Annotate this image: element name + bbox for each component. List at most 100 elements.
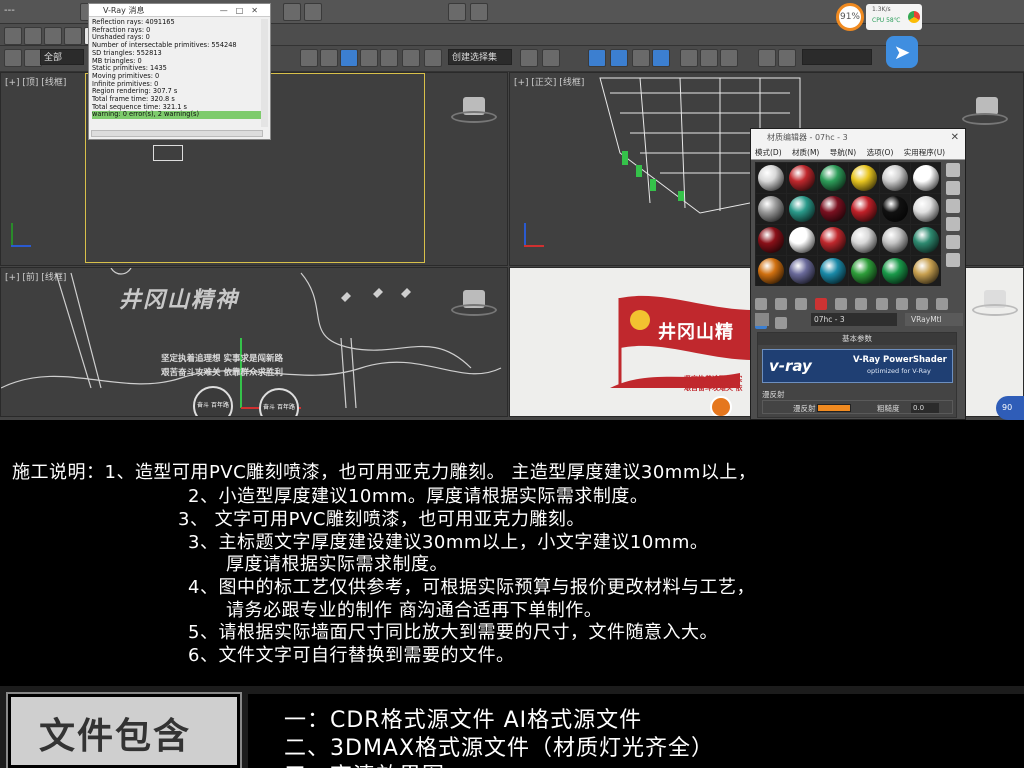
menu-navigation[interactable]: 导航(N) bbox=[830, 148, 856, 157]
material-slot[interactable] bbox=[911, 225, 941, 255]
angle-snap-icon[interactable] bbox=[380, 49, 398, 67]
window-titlebar[interactable]: 材质编辑器 - 07hc - 3 ✕ bbox=[751, 129, 965, 146]
unlink-icon[interactable] bbox=[304, 3, 322, 21]
scale-icon[interactable] bbox=[340, 49, 358, 67]
link-icon[interactable] bbox=[283, 3, 301, 21]
effects-icon[interactable] bbox=[895, 298, 908, 310]
render-frame-icon[interactable] bbox=[470, 3, 488, 21]
box-icon[interactable] bbox=[44, 27, 62, 45]
material-slot[interactable] bbox=[818, 194, 848, 224]
material-slot[interactable] bbox=[787, 194, 817, 224]
material-slot[interactable] bbox=[880, 163, 910, 193]
material-slot[interactable] bbox=[756, 225, 786, 255]
system-monitor-widget[interactable]: 91% 1.3K/s CPU 58℃ bbox=[836, 3, 922, 31]
diffuse-color-swatch[interactable] bbox=[817, 404, 851, 412]
material-slot[interactable] bbox=[911, 163, 941, 193]
material-editor-icon[interactable] bbox=[610, 49, 628, 67]
cpu-usage-ring[interactable]: 91% bbox=[836, 3, 864, 31]
horizontal-scrollbar[interactable] bbox=[91, 130, 263, 137]
close-icon[interactable]: ✕ bbox=[951, 129, 959, 146]
options-icon[interactable] bbox=[946, 253, 960, 267]
material-slot[interactable] bbox=[787, 256, 817, 286]
put-material-icon[interactable] bbox=[775, 298, 788, 310]
render-setup-icon[interactable] bbox=[448, 3, 466, 21]
material-slot[interactable] bbox=[849, 225, 879, 255]
window-title: V-Ray 消息 bbox=[103, 6, 145, 15]
backlight-icon[interactable] bbox=[946, 181, 960, 195]
material-slot[interactable] bbox=[849, 194, 879, 224]
material-slot[interactable] bbox=[911, 256, 941, 286]
eyedropper-icon[interactable] bbox=[755, 313, 769, 326]
material-slot[interactable] bbox=[880, 256, 910, 286]
schematic-icon[interactable] bbox=[588, 49, 606, 67]
sample-type-icon[interactable] bbox=[946, 163, 960, 177]
teapot3-icon[interactable] bbox=[720, 49, 738, 67]
bird-app-icon[interactable]: ➤ bbox=[886, 36, 918, 68]
window-titlebar[interactable]: V-Ray 消息 —□✕ bbox=[89, 4, 270, 17]
teapot2-icon[interactable] bbox=[700, 49, 718, 67]
library-icon[interactable] bbox=[875, 298, 888, 310]
active-shade-icon[interactable] bbox=[652, 49, 670, 67]
light-icon[interactable] bbox=[64, 27, 82, 45]
vray-log: Reflection rays: 4091165 Refraction rays… bbox=[89, 17, 270, 121]
copy-material-icon[interactable] bbox=[835, 298, 848, 310]
extra-select[interactable] bbox=[802, 49, 872, 65]
named-selection-select[interactable]: 创建选择集 bbox=[448, 49, 512, 65]
material-slot[interactable] bbox=[849, 256, 879, 286]
align-icon[interactable] bbox=[424, 49, 442, 67]
menu-utilities[interactable]: 实用程序(U) bbox=[904, 148, 945, 157]
material-slot[interactable] bbox=[756, 194, 786, 224]
menu-options[interactable]: 选项(O) bbox=[867, 148, 894, 157]
magnet-icon[interactable] bbox=[4, 49, 22, 67]
roughness-input[interactable]: 0.0 bbox=[911, 403, 939, 413]
material-slot[interactable] bbox=[756, 256, 786, 286]
material-slot[interactable] bbox=[849, 163, 879, 193]
material-slot[interactable] bbox=[880, 194, 910, 224]
material-slot[interactable] bbox=[818, 163, 848, 193]
corner-percent-badge[interactable]: 90 bbox=[996, 396, 1024, 420]
get-material-icon[interactable] bbox=[755, 298, 767, 310]
rotate-icon[interactable] bbox=[320, 49, 338, 67]
reset-map-icon[interactable] bbox=[815, 298, 828, 310]
material-slot[interactable] bbox=[787, 225, 817, 255]
mirror-icon[interactable] bbox=[402, 49, 420, 67]
material-type-button[interactable]: VRayMtl bbox=[905, 313, 963, 326]
chrome-icon[interactable] bbox=[908, 11, 920, 23]
unique-icon[interactable] bbox=[855, 298, 868, 310]
background-icon[interactable] bbox=[946, 199, 960, 213]
viewcube-ring bbox=[972, 304, 1018, 316]
assign-material-icon[interactable] bbox=[795, 298, 808, 310]
material-slot[interactable] bbox=[818, 225, 848, 255]
viewport-left[interactable]: [+] [前] [线框] 井冈山精神 坚定执着追理想 实事求是闯新路 艰苦奋斗攻… bbox=[0, 267, 508, 417]
shirt-icon[interactable] bbox=[24, 27, 42, 45]
vertical-scrollbar[interactable] bbox=[261, 19, 268, 127]
material-slot[interactable] bbox=[911, 194, 941, 224]
select-icon[interactable] bbox=[4, 27, 22, 45]
vray-message-window[interactable]: V-Ray 消息 —□✕ Reflection rays: 4091165 Re… bbox=[88, 3, 271, 140]
slogan-wireframe-text: 井冈山精神 bbox=[119, 288, 240, 313]
axis-x bbox=[11, 245, 31, 247]
material-editor-window[interactable]: 材质编辑器 - 07hc - 3 ✕ 模式(D) 材质(M) 导航(N) 选项(… bbox=[750, 128, 966, 420]
material-slot[interactable] bbox=[787, 163, 817, 193]
video-check-icon[interactable] bbox=[946, 235, 960, 249]
rollout-title[interactable]: 基本参数 bbox=[758, 333, 956, 345]
material-slot[interactable] bbox=[880, 225, 910, 255]
material-name-input[interactable]: 07hc - 3 bbox=[811, 313, 897, 326]
graph-editor-icon[interactable] bbox=[542, 49, 560, 67]
menu-material[interactable]: 材质(M) bbox=[792, 148, 819, 157]
abc-a-icon[interactable] bbox=[758, 49, 776, 67]
move-icon[interactable] bbox=[300, 49, 318, 67]
window-controls[interactable]: —□✕ bbox=[220, 4, 266, 17]
abc-b-icon[interactable] bbox=[778, 49, 796, 67]
snaps-toggle-icon[interactable] bbox=[360, 49, 378, 67]
material-slot[interactable] bbox=[818, 256, 848, 286]
layer-icon[interactable] bbox=[520, 49, 538, 67]
show-result-icon[interactable] bbox=[935, 298, 948, 310]
teapot-icon[interactable] bbox=[680, 49, 698, 67]
menu-mode[interactable]: 模式(D) bbox=[755, 148, 782, 157]
uv-tiling-icon[interactable] bbox=[946, 217, 960, 231]
material-slot[interactable] bbox=[756, 163, 786, 193]
selection-filter-select[interactable]: 全部 bbox=[40, 49, 84, 65]
show-map-icon[interactable] bbox=[915, 298, 928, 310]
render-icon[interactable] bbox=[632, 49, 650, 67]
